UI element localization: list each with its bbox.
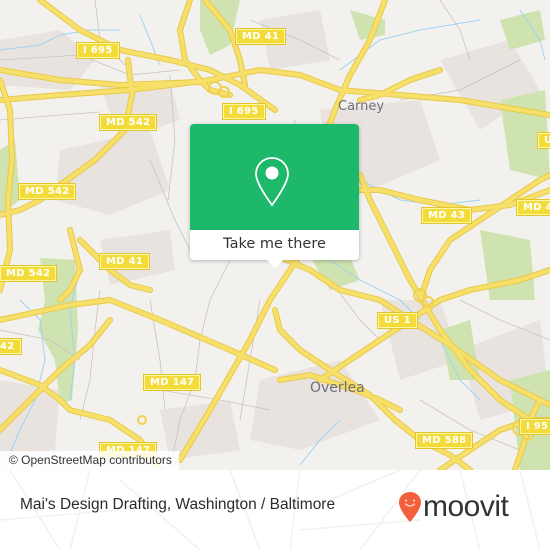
moovit-pin-smile-icon (399, 492, 421, 522)
popup-pointer (267, 260, 283, 269)
place-label-overlea: Overlea (310, 380, 365, 396)
location-title: Mai's Design Drafting, Washington / Balt… (20, 496, 336, 513)
place-label-carney: Carney (338, 99, 385, 114)
popup-header (190, 124, 359, 230)
take-me-there-button[interactable]: Take me there (190, 230, 359, 260)
road-label-md542: MD 542 (98, 114, 158, 131)
map-view[interactable]: I 695 MD 41 I 695 MD 542 MD 542 MD 542 4… (0, 0, 550, 470)
road-label-md147: MD 147 (142, 374, 202, 391)
road-label-md41: MD 41 (98, 253, 151, 270)
road-label-i95: I 95 (518, 418, 550, 435)
location-popup: Take me there (190, 124, 359, 269)
road-label-md542: MD 542 (0, 265, 58, 282)
road-label-md542: 42 (0, 338, 22, 355)
moovit-wordmark: moovit (423, 490, 509, 523)
road-label-md542: MD 542 (17, 183, 77, 200)
road-label-md588: MD 588 (414, 432, 474, 449)
footer-bar: Mai's Design Drafting, Washington / Balt… (0, 470, 550, 550)
road-label-i695: I 695 (76, 42, 120, 59)
road-label-md43: MD 43 (515, 199, 550, 216)
road-label-md43: MD 43 (420, 207, 473, 224)
moovit-logo[interactable]: moovit (398, 487, 509, 527)
road-label-us1: US 1 (377, 312, 418, 329)
road-label-md41: MD 41 (234, 28, 287, 45)
road-label-i695: I 695 (222, 103, 266, 120)
map-pin-icon (255, 157, 289, 207)
road-label-us1: U (536, 132, 550, 149)
map-attribution[interactable]: © OpenStreetMap contributors (0, 451, 179, 470)
